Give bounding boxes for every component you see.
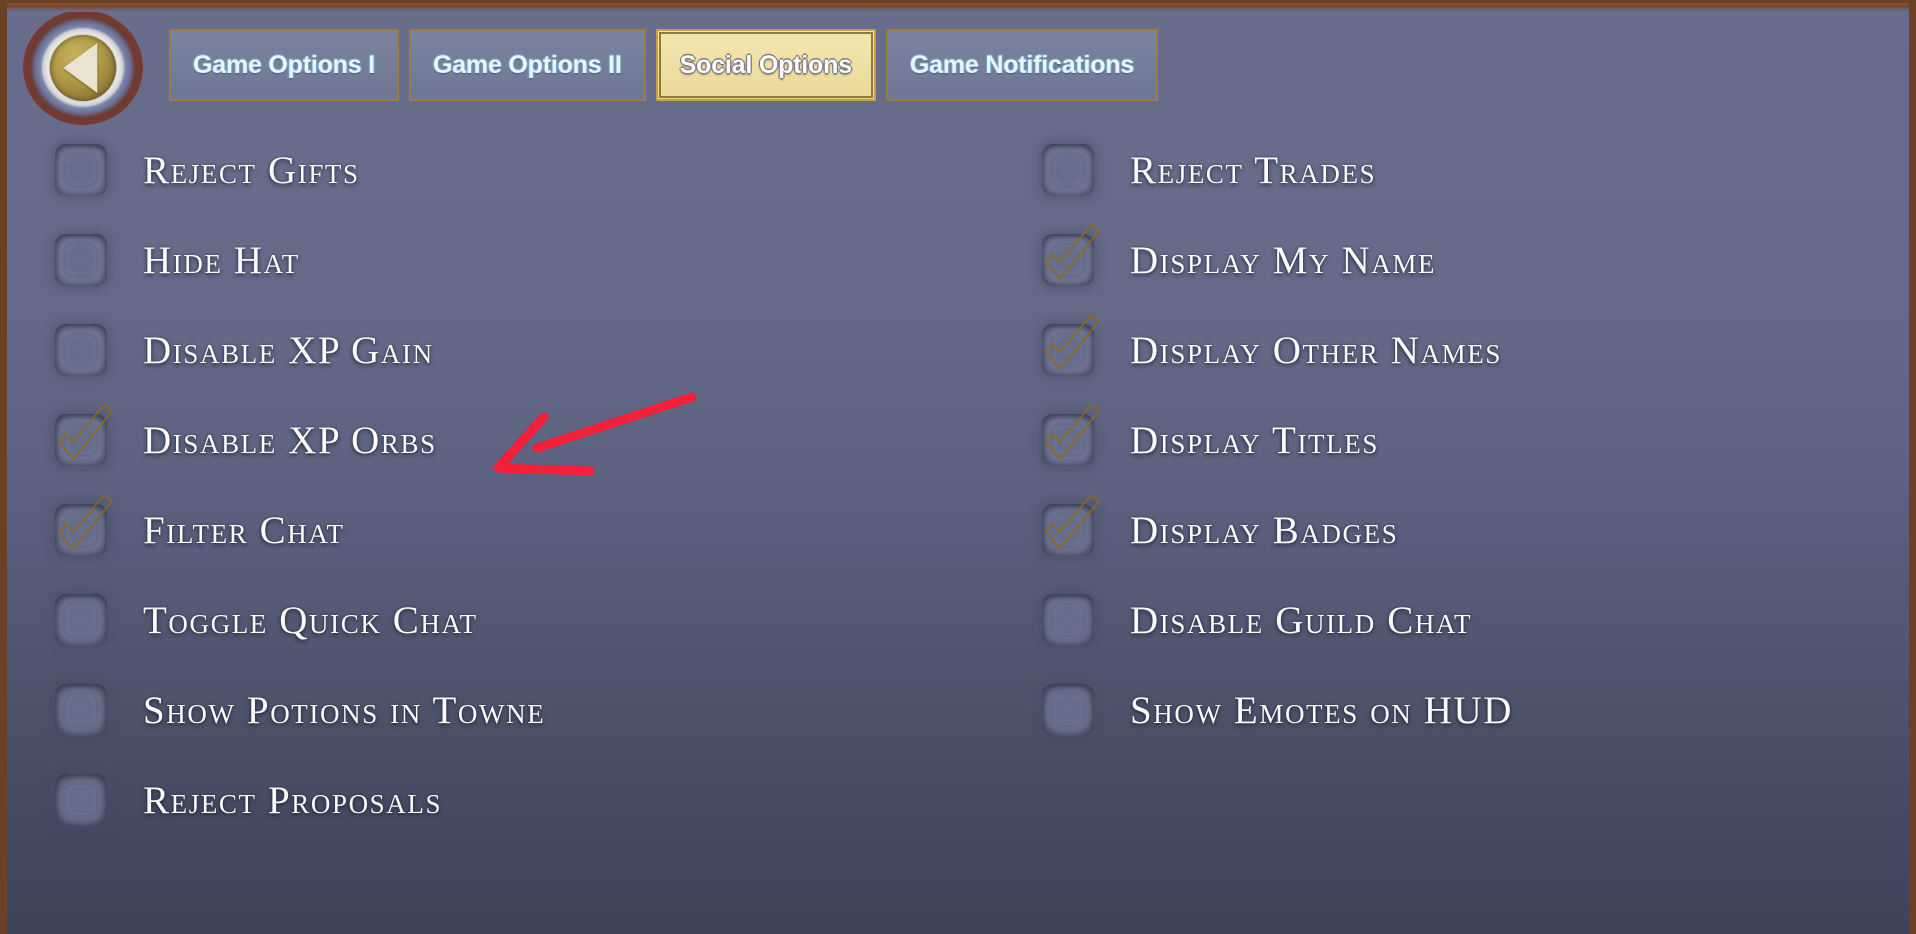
tab-label: Game Options II [432,50,622,79]
option-label: Toggle Quick Chat [143,598,478,642]
empty-checkbox-icon[interactable] [55,594,107,646]
option-label: Reject Proposals [143,778,443,822]
empty-checkbox-icon[interactable] [1042,594,1094,646]
option-row-reject-trades[interactable]: Reject Trades [1042,125,1842,215]
empty-checkbox-icon[interactable] [1042,144,1094,196]
checkmark-glyph [1033,492,1107,564]
option-row-display-other-names[interactable]: Display Other Names [1042,305,1842,395]
empty-checkbox-icon[interactable] [1042,684,1094,736]
checkbox-box [55,234,107,286]
checkbox-box [55,594,107,646]
option-row-filter-chat[interactable]: Filter Chat [55,485,835,575]
checkbox-box [55,684,107,736]
empty-checkbox-icon[interactable] [55,684,107,736]
checkbox-box [55,774,107,826]
tab-social-options[interactable]: Social Options [655,29,876,101]
option-row-show-emotes-on-hud[interactable]: Show Emotes on HUD [1042,665,1842,755]
gold-checkmark-icon[interactable] [55,494,113,556]
option-label: Reject Gifts [143,148,360,192]
checkbox-box [1042,684,1094,736]
option-row-reject-gifts[interactable]: Reject Gifts [55,125,835,215]
gold-checkmark-icon[interactable] [1042,314,1100,376]
option-label: Show Potions in Towne [143,688,546,732]
empty-checkbox-icon[interactable] [55,144,107,196]
game-options-screen: Game Options I Game Options II Social Opti… [0,0,1916,934]
tab-game-options-i[interactable]: Game Options I [169,29,399,101]
tab-label: Game Notifications [909,50,1135,79]
empty-checkbox-icon[interactable] [55,324,107,376]
option-label: Disable XP Gain [143,328,434,372]
checkmark-glyph [1033,402,1107,474]
option-label: Reject Trades [1130,148,1377,192]
checkbox-box [1042,594,1094,646]
options-column-right: Reject Trades Display My Name Display Othe… [1042,125,1842,755]
option-label: Display Other Names [1130,328,1502,372]
option-label: Hide Hat [143,238,300,282]
option-row-display-my-name[interactable]: Display My Name [1042,215,1842,305]
option-label: Display My Name [1130,238,1437,282]
option-label: Disable Guild Chat [1130,598,1473,642]
option-row-hide-hat[interactable]: Hide Hat [55,215,835,305]
option-label: Disable XP Orbs [143,418,437,462]
tab-label: Game Options I [193,50,375,79]
option-label: Filter Chat [143,508,345,552]
left-triangle-icon [63,42,98,93]
checkmark-glyph [46,492,120,564]
tab-game-options-ii[interactable]: Game Options II [408,29,646,101]
tab-bar: Game Options I Game Options II Social Opti… [169,29,1159,101]
option-label: Display Titles [1130,418,1379,462]
option-row-disable-guild-chat[interactable]: Disable Guild Chat [1042,575,1842,665]
tab-label: Social Options [679,50,852,79]
gold-checkmark-icon[interactable] [1042,404,1100,466]
option-row-display-titles[interactable]: Display Titles [1042,395,1842,485]
gold-checkmark-icon[interactable] [1042,224,1100,286]
option-row-show-potions-in-towne[interactable]: Show Potions in Towne [55,665,835,755]
option-row-reject-proposals[interactable]: Reject Proposals [55,755,835,845]
gold-checkmark-icon[interactable] [1042,494,1100,556]
back-button[interactable] [23,10,143,125]
gold-checkmark-icon[interactable] [55,404,113,466]
header-bar: Game Options I Game Options II Social Opti… [7,3,1909,125]
options-column-left: Reject Gifts Hide Hat Disable XP Gain Disab… [55,125,835,845]
empty-checkbox-icon[interactable] [55,234,107,286]
tab-game-notifications[interactable]: Game Notifications [885,29,1159,101]
option-row-toggle-quick-chat[interactable]: Toggle Quick Chat [55,575,835,665]
checkbox-box [55,144,107,196]
option-label: Display Badges [1130,508,1399,552]
option-label: Show Emotes on HUD [1130,688,1514,732]
checkbox-box [1042,144,1094,196]
option-row-disable-xp-orbs[interactable]: Disable XP Orbs [55,395,835,485]
option-row-display-badges[interactable]: Display Badges [1042,485,1842,575]
option-row-disable-xp-gain[interactable]: Disable XP Gain [55,305,835,395]
checkmark-glyph [1033,312,1107,384]
empty-checkbox-icon[interactable] [55,774,107,826]
checkmark-glyph [46,402,120,474]
checkmark-glyph [1033,222,1107,294]
checkbox-box [55,324,107,376]
